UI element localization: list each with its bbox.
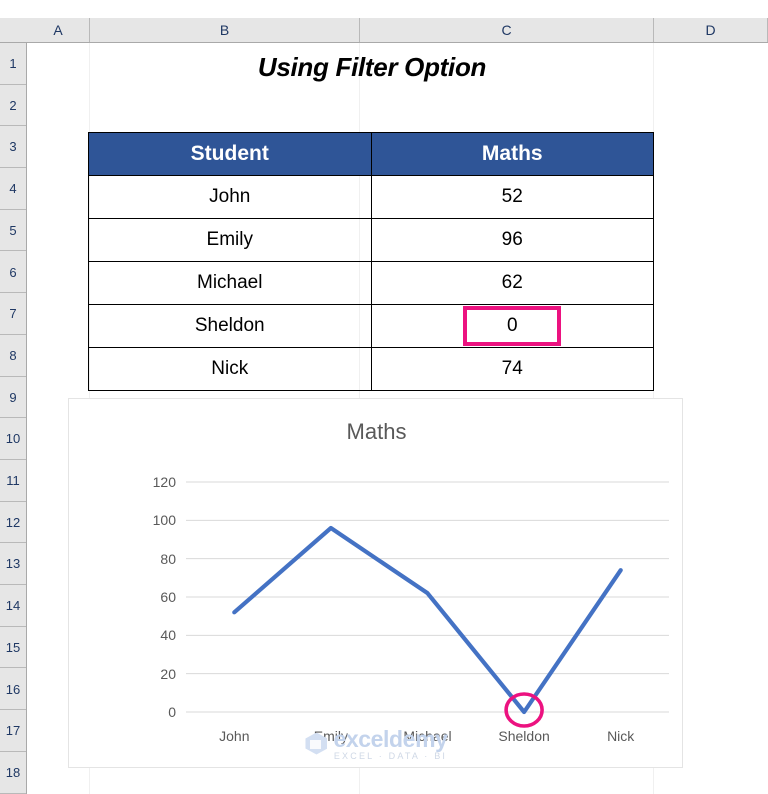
column-header-maths[interactable]: Maths bbox=[370, 132, 654, 176]
table-row: Michael 62 bbox=[88, 261, 654, 305]
row-header-15[interactable]: 15 bbox=[0, 626, 26, 669]
table-row: John 52 bbox=[88, 175, 654, 219]
y-axis-tick-label: 80 bbox=[160, 550, 176, 567]
row-header-13[interactable]: 13 bbox=[0, 543, 26, 586]
x-axis-tick-label: Nick bbox=[607, 728, 635, 744]
y-axis-tick-label: 120 bbox=[152, 474, 176, 490]
cell-maths[interactable]: 52 bbox=[370, 175, 654, 219]
x-axis-tick-label: Michael bbox=[403, 728, 452, 744]
cell-maths[interactable]: 96 bbox=[370, 218, 654, 262]
x-axis-tick-label: Sheldon bbox=[498, 728, 550, 744]
x-axis-tick-label: Emily bbox=[313, 728, 349, 744]
table-row: Sheldon 0 bbox=[88, 304, 654, 348]
cell-student[interactable]: Michael bbox=[88, 261, 372, 305]
row-header-7[interactable]: 7 bbox=[0, 293, 26, 335]
cell-student[interactable]: Sheldon bbox=[88, 304, 372, 348]
line-chart[interactable]: Maths 0 20 40 60 80 100 120 John Emily Michael She… bbox=[68, 398, 683, 768]
row-header-9[interactable]: 9 bbox=[0, 376, 26, 419]
cell-maths[interactable]: 74 bbox=[370, 347, 654, 391]
row-header-11[interactable]: 11 bbox=[0, 460, 26, 502]
column-header-student[interactable]: Student bbox=[88, 132, 372, 176]
chart-series-line[interactable] bbox=[232, 525, 623, 715]
column-header-a[interactable]: A bbox=[27, 18, 90, 42]
row-header-6[interactable]: 6 bbox=[0, 251, 26, 294]
row-header-4[interactable]: 4 bbox=[0, 168, 26, 210]
table-header-row: Student Maths bbox=[88, 132, 654, 176]
row-header-2[interactable]: 2 bbox=[0, 84, 26, 127]
y-axis-tick-label: 40 bbox=[160, 627, 176, 644]
column-header-row: ABCD bbox=[0, 18, 768, 43]
cell-value: 0 bbox=[506, 315, 518, 336]
row-header-17[interactable]: 17 bbox=[0, 710, 26, 752]
spreadsheet-grid: ABCD 1 2 3 4 5 6 7 8 9 10 11 12 13 14 15 16 17 18 Using F… bbox=[0, 0, 768, 794]
cell-student[interactable]: John bbox=[88, 175, 372, 219]
x-axis-tick-label: John bbox=[219, 728, 250, 744]
row-header-14[interactable]: 14 bbox=[0, 585, 26, 627]
row-header-1[interactable]: 1 bbox=[0, 43, 26, 85]
row-header-18[interactable]: 18 bbox=[0, 751, 26, 794]
column-header-c[interactable]: C bbox=[360, 18, 654, 42]
y-axis-tick-label: 60 bbox=[160, 589, 176, 605]
table-row: Emily 96 bbox=[88, 218, 654, 262]
row-header-8[interactable]: 8 bbox=[0, 334, 26, 377]
column-header-b[interactable]: B bbox=[90, 18, 360, 42]
cell-maths[interactable]: 0 bbox=[370, 304, 654, 348]
page-title: Using Filter Option bbox=[257, 52, 487, 82]
row-header-10[interactable]: 10 bbox=[0, 418, 26, 460]
data-table: Student Maths John 52 Emily 96 Michael 62 Shel… bbox=[88, 132, 654, 391]
cell-student[interactable]: Nick bbox=[88, 347, 372, 391]
highlighted-cell-wrapper: 0 bbox=[372, 305, 654, 347]
cell-maths[interactable]: 62 bbox=[370, 261, 654, 305]
row-header-column: 1 2 3 4 5 6 7 8 9 10 11 12 13 14 15 16 17 18 bbox=[0, 43, 27, 794]
y-axis-tick-label: 0 bbox=[168, 704, 176, 720]
y-axis-tick-label: 100 bbox=[152, 512, 176, 529]
y-axis-tick-label: 20 bbox=[160, 665, 176, 682]
table-body: John 52 Emily 96 Michael 62 Sheldon 0 Nick 74 bbox=[88, 175, 654, 391]
cell-student[interactable]: Emily bbox=[88, 218, 372, 262]
column-header-d[interactable]: D bbox=[654, 18, 768, 42]
row-header-16[interactable]: 16 bbox=[0, 668, 26, 711]
row-header-12[interactable]: 12 bbox=[0, 501, 26, 544]
table-row: Nick 74 bbox=[88, 347, 654, 391]
row-header-3[interactable]: 3 bbox=[0, 126, 26, 169]
row-header-5[interactable]: 5 bbox=[0, 209, 26, 252]
